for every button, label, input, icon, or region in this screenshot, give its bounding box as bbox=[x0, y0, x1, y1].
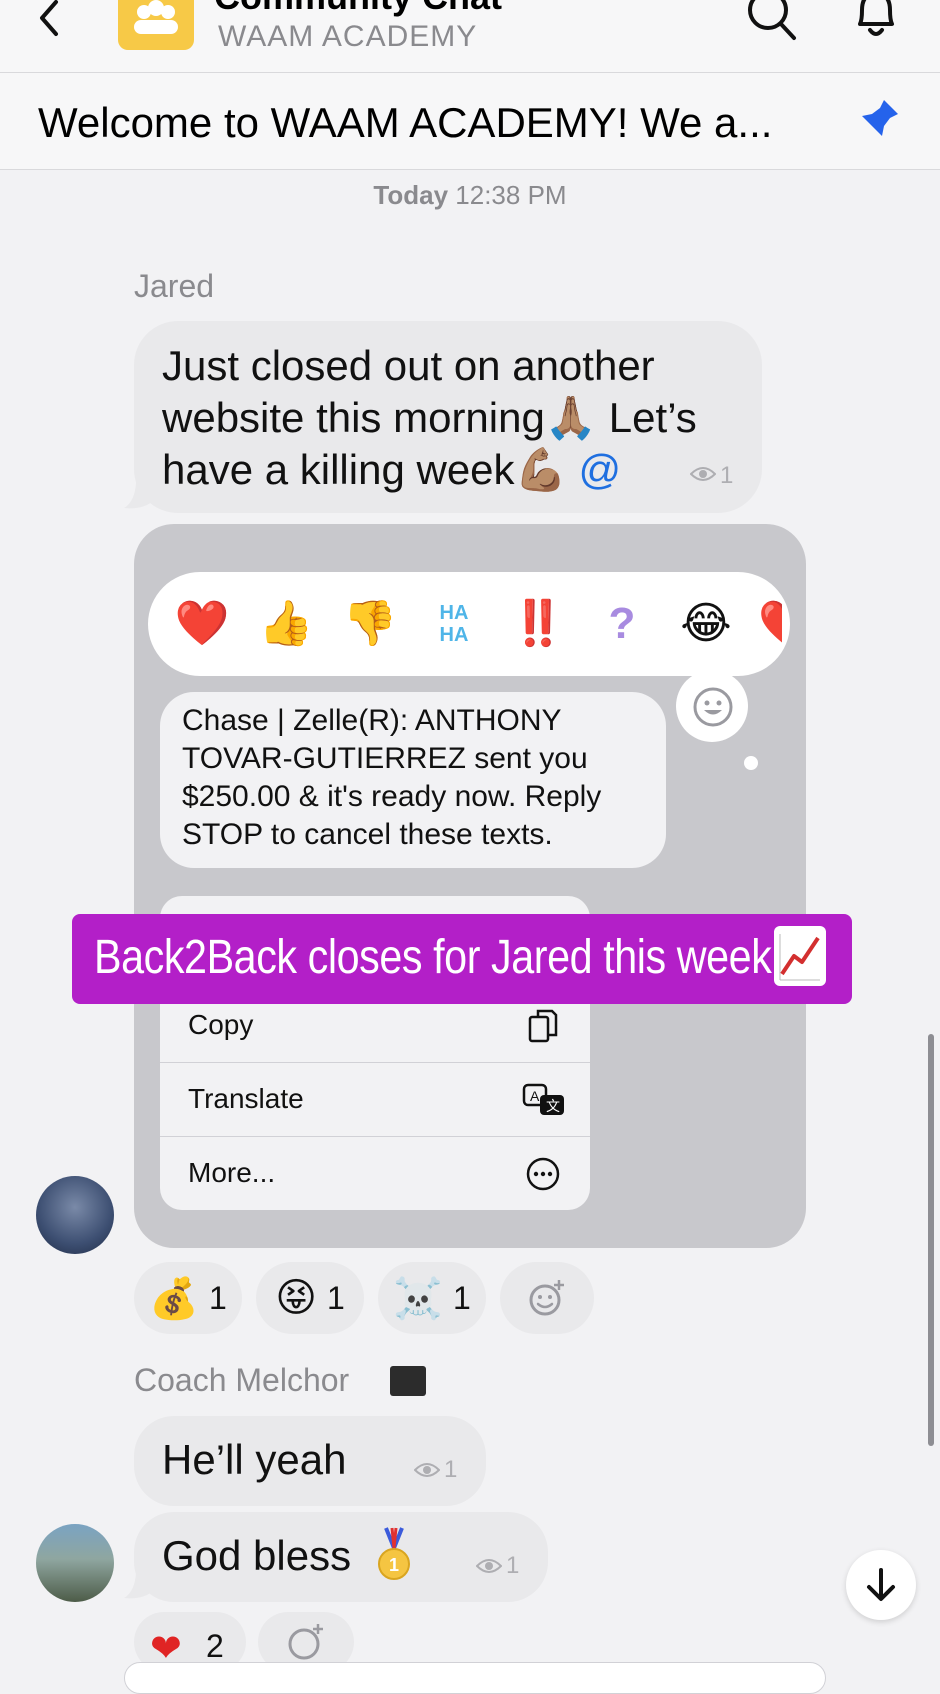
thought-dot bbox=[744, 756, 758, 770]
chat-subtitle: WAAM ACADEMY bbox=[218, 20, 478, 53]
reaction-haha[interactable]: HA HA bbox=[424, 594, 484, 662]
sender-name: Jared bbox=[134, 268, 215, 304]
scrollbar[interactable] bbox=[928, 1034, 934, 1446]
pinned-message-bar[interactable]: Welcome to WAAM ACADEMY! We a... bbox=[0, 73, 940, 170]
more-icon bbox=[526, 1157, 560, 1191]
skull-crossbones-icon: ☠️ bbox=[393, 1276, 443, 1321]
squinting-tongue-icon: 😝 bbox=[275, 1276, 317, 1320]
chat-title[interactable]: Community Chat bbox=[214, 0, 502, 18]
reaction-laughing[interactable]: 😂 bbox=[676, 594, 736, 654]
reaction-count: 2 bbox=[206, 1628, 224, 1664]
arrow-down-icon bbox=[867, 1568, 895, 1601]
group-people-icon bbox=[134, 0, 178, 34]
selected-message-text: Chase | Zelle(R): ANTHONY TOVAR-GUTIERRE… bbox=[182, 704, 602, 851]
message-text: Just closed out on another website this … bbox=[162, 340, 742, 496]
svg-text:文: 文 bbox=[546, 1098, 560, 1114]
add-reaction-button[interactable] bbox=[500, 1262, 594, 1334]
reaction-more-partial[interactable]: ❤️ bbox=[758, 594, 782, 654]
message-input[interactable] bbox=[124, 1662, 826, 1694]
add-emoji-icon bbox=[529, 1280, 564, 1316]
menu-item-translate[interactable]: Translate A 文 bbox=[160, 1062, 590, 1137]
smiley-icon bbox=[693, 687, 733, 727]
svg-text:1: 1 bbox=[389, 1555, 399, 1575]
seen-indicator: 1 bbox=[689, 462, 734, 490]
svg-text:A: A bbox=[530, 1088, 540, 1104]
eye-icon bbox=[414, 1463, 440, 1477]
reaction-chip-skull[interactable]: ☠️ 1 bbox=[378, 1262, 486, 1334]
seen-count: 1 bbox=[720, 462, 734, 489]
menu-item-more[interactable]: More... bbox=[160, 1136, 590, 1210]
story-banner-text: Back2Back closes for Jared this week bbox=[94, 931, 772, 984]
avatar-jared[interactable] bbox=[36, 1176, 114, 1254]
gold-medal-icon: 1 bbox=[378, 1527, 410, 1580]
menu-item-label: More... bbox=[188, 1157, 276, 1188]
reaction-count: 1 bbox=[453, 1279, 471, 1316]
reaction-count: 1 bbox=[209, 1279, 227, 1316]
message-text: God bless bbox=[162, 1532, 352, 1579]
seen-indicator: 1 bbox=[414, 1456, 457, 1484]
menu-item-label: Translate bbox=[188, 1083, 304, 1114]
timestamp-time: 12:38 PM bbox=[455, 180, 567, 210]
translate-icon: A 文 bbox=[522, 1083, 564, 1115]
reaction-picker: ❤️ 👍 👎 HA HA ‼️ ? 😂 ❤️ bbox=[148, 572, 790, 676]
timestamp-day: Today bbox=[373, 180, 449, 210]
reaction-chip-money-bag[interactable]: 💰 1 bbox=[134, 1262, 242, 1334]
back-chevron-icon[interactable] bbox=[34, 0, 64, 44]
bell-icon[interactable] bbox=[848, 0, 904, 42]
menu-item-label: Copy bbox=[188, 1009, 254, 1040]
reaction-thumbs-up[interactable]: 👍 bbox=[256, 594, 316, 654]
reaction-exclamation[interactable]: ‼️ bbox=[508, 594, 568, 654]
scroll-to-bottom-button[interactable] bbox=[846, 1550, 916, 1620]
sender-name: Coach Melchor bbox=[134, 1362, 350, 1398]
message-timestamp: Today 12:38 PM bbox=[0, 180, 940, 211]
pinned-message-text: Welcome to WAAM ACADEMY! We a... bbox=[38, 99, 773, 146]
mention-link[interactable]: @ bbox=[579, 446, 622, 493]
reaction-thumbs-down[interactable]: 👎 bbox=[340, 594, 400, 654]
reaction-question[interactable]: ? bbox=[592, 594, 652, 654]
chat-header: Community Chat WAAM ACADEMY bbox=[0, 0, 940, 73]
search-icon[interactable] bbox=[744, 0, 798, 42]
add-emoji-icon bbox=[288, 1624, 323, 1660]
chart-increasing-icon bbox=[774, 926, 826, 986]
group-avatar[interactable] bbox=[118, 0, 194, 50]
reaction-heart[interactable]: ❤️ bbox=[172, 594, 232, 654]
message-text: He’ll yeah bbox=[162, 1436, 347, 1483]
eye-icon bbox=[476, 1559, 502, 1573]
academy-logo-icon bbox=[390, 1366, 426, 1396]
seen-indicator: 1 bbox=[476, 1552, 519, 1580]
seen-count: 1 bbox=[444, 1456, 458, 1483]
reaction-count: 1 bbox=[326, 1279, 345, 1316]
copy-icon bbox=[528, 1009, 558, 1043]
eye-icon bbox=[689, 462, 717, 490]
pin-icon[interactable] bbox=[858, 96, 902, 140]
money-bag-icon: 💰 bbox=[149, 1276, 199, 1321]
avatar-coach-melchor[interactable] bbox=[36, 1524, 114, 1602]
seen-count: 1 bbox=[506, 1552, 520, 1579]
reaction-chip-tongue[interactable]: 😝 1 bbox=[256, 1262, 364, 1334]
